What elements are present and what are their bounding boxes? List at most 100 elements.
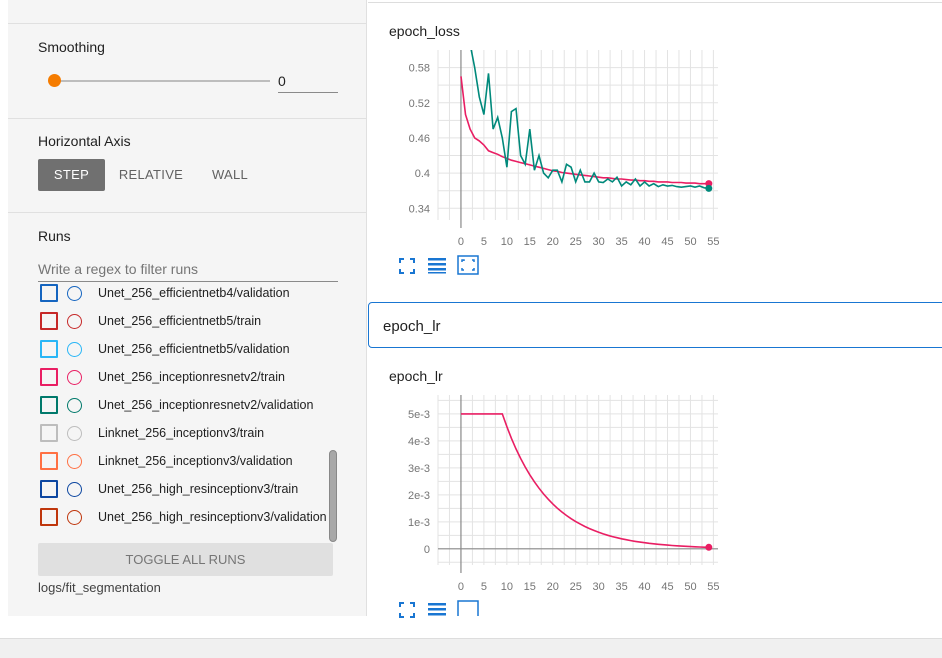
run-color-circle[interactable] bbox=[67, 453, 82, 469]
axis-relative-button[interactable]: RELATIVE bbox=[112, 159, 190, 191]
smoothing-input[interactable]: 0 bbox=[278, 70, 338, 93]
run-name: Unet_256_efficientnetb4/validation bbox=[98, 285, 290, 300]
run-checkbox[interactable] bbox=[40, 424, 58, 442]
run-name: Linknet_256_inceptionv3/train bbox=[98, 425, 265, 440]
run-name: Unet_256_efficientnetb5/train bbox=[98, 313, 262, 328]
group-filter-bar[interactable]: epoch_lr bbox=[368, 302, 942, 348]
axis-wall-button[interactable]: WALL bbox=[200, 159, 260, 191]
y-tick-label: 3e-3 bbox=[408, 463, 430, 475]
run-name: Unet_256_high_resinceptionv3/train bbox=[98, 481, 299, 496]
run-row[interactable]: Unet_256_inceptionresnetv2/train bbox=[40, 367, 333, 387]
fit-domain-icon[interactable] bbox=[457, 255, 479, 275]
x-tick-label: 5 bbox=[481, 581, 487, 593]
run-name: Unet_256_inceptionresnetv2/train bbox=[98, 369, 285, 384]
data-list-icon[interactable] bbox=[427, 256, 447, 274]
run-checkbox[interactable] bbox=[40, 284, 58, 302]
run-row[interactable]: Unet_256_efficientnetb4/validation bbox=[40, 283, 333, 303]
run-color-circle[interactable] bbox=[67, 425, 82, 441]
data-list-icon[interactable] bbox=[427, 601, 447, 619]
run-color-circle[interactable] bbox=[67, 285, 82, 301]
run-color-circle[interactable] bbox=[67, 509, 82, 525]
run-checkbox[interactable] bbox=[40, 396, 58, 414]
y-tick-label: 0.4 bbox=[415, 168, 430, 180]
log-directory: logs/fit_segmentation bbox=[38, 580, 161, 595]
run-color-circle[interactable] bbox=[67, 481, 82, 497]
x-tick-label: 20 bbox=[547, 236, 559, 248]
run-color-circle[interactable] bbox=[67, 397, 82, 413]
bottom-bar bbox=[0, 638, 942, 658]
loss-card-title: epoch_loss bbox=[389, 23, 460, 39]
y-tick-label: 0.52 bbox=[409, 98, 430, 110]
runs-scrollbar[interactable] bbox=[329, 450, 337, 542]
y-tick-label: 0 bbox=[424, 544, 430, 556]
smoothing-slider-knob[interactable] bbox=[48, 74, 61, 87]
run-row[interactable]: Linknet_256_inceptionv3/train bbox=[40, 423, 333, 443]
runs-list: Unet_256_efficientnetb4/validation Unet_2… bbox=[8, 283, 338, 543]
run-filter-input[interactable]: Write a regex to filter runs bbox=[38, 258, 338, 282]
x-tick-label: 55 bbox=[707, 236, 719, 248]
divider bbox=[8, 212, 367, 213]
run-checkbox[interactable] bbox=[40, 312, 58, 330]
fit-domain-icon[interactable] bbox=[457, 600, 479, 616]
fullscreen-icon[interactable] bbox=[398, 601, 416, 619]
run-checkbox[interactable] bbox=[40, 508, 58, 526]
y-tick-label: 4e-3 bbox=[408, 436, 430, 448]
sidebar: Smoothing 0 Horizontal Axis STEP RELATIV… bbox=[8, 0, 367, 616]
run-row[interactable]: Unet_256_efficientnetb5/train bbox=[40, 311, 333, 331]
y-tick-label: 0.46 bbox=[409, 133, 430, 145]
run-name: Unet_256_efficientnetb5/validation bbox=[98, 341, 290, 356]
x-tick-label: 20 bbox=[547, 581, 559, 593]
axis-step-button[interactable]: STEP bbox=[38, 159, 105, 191]
x-tick-label: 40 bbox=[638, 236, 650, 248]
x-tick-label: 35 bbox=[615, 236, 627, 248]
x-tick-label: 30 bbox=[593, 581, 605, 593]
run-checkbox[interactable] bbox=[40, 480, 58, 498]
series-line bbox=[470, 50, 709, 190]
run-row[interactable]: Unet_256_high_resinceptionv3/validation bbox=[40, 507, 333, 527]
x-tick-label: 45 bbox=[661, 236, 673, 248]
run-row[interactable]: Unet_256_inceptionresnetv2/validation bbox=[40, 395, 333, 415]
run-name: Unet_256_high_resinceptionv3/validation bbox=[98, 509, 327, 524]
x-tick-label: 25 bbox=[570, 581, 582, 593]
series-line bbox=[461, 413, 709, 549]
y-tick-label: 5e-3 bbox=[408, 409, 430, 421]
run-color-circle[interactable] bbox=[67, 341, 82, 357]
x-tick-label: 45 bbox=[661, 581, 673, 593]
divider bbox=[8, 118, 367, 119]
x-tick-label: 15 bbox=[524, 236, 536, 248]
run-name: Unet_256_inceptionresnetv2/validation bbox=[98, 397, 314, 412]
series-line bbox=[460, 76, 709, 185]
run-color-circle[interactable] bbox=[67, 369, 82, 385]
x-tick-label: 35 bbox=[615, 581, 627, 593]
run-checkbox[interactable] bbox=[40, 368, 58, 386]
x-tick-label: 0 bbox=[458, 581, 464, 593]
y-tick-label: 0.34 bbox=[409, 203, 430, 215]
horizontal-axis-label: Horizontal Axis bbox=[38, 133, 131, 149]
epoch-lr-chart[interactable]: 0 5 10 15 20 25 30 35 40 45 50 55 0 1e-3 2e-3 3e-3 4e-3 5… bbox=[388, 385, 728, 595]
run-name: Linknet_256_inceptionv3/validation bbox=[98, 453, 293, 468]
y-tick-label: 0.58 bbox=[409, 63, 430, 75]
x-tick-label: 50 bbox=[684, 581, 696, 593]
runs-label: Runs bbox=[38, 228, 71, 244]
run-checkbox[interactable] bbox=[40, 340, 58, 358]
run-row[interactable]: Unet_256_high_resinceptionv3/train bbox=[40, 479, 333, 499]
x-tick-label: 25 bbox=[570, 236, 582, 248]
x-tick-label: 50 bbox=[684, 236, 696, 248]
y-tick-label: 2e-3 bbox=[408, 490, 430, 502]
x-tick-label: 10 bbox=[501, 581, 513, 593]
run-checkbox[interactable] bbox=[40, 452, 58, 470]
lr-card-title: epoch_lr bbox=[389, 368, 443, 384]
fullscreen-icon[interactable] bbox=[398, 257, 416, 275]
x-tick-label: 55 bbox=[707, 581, 719, 593]
run-row[interactable]: Linknet_256_inceptionv3/validation bbox=[40, 451, 333, 471]
toggle-all-runs-button[interactable]: TOGGLE ALL RUNS bbox=[38, 543, 333, 576]
x-tick-label: 40 bbox=[638, 581, 650, 593]
run-row[interactable]: Unet_256_efficientnetb5/validation bbox=[40, 339, 333, 359]
y-tick-label: 1e-3 bbox=[408, 517, 430, 529]
smoothing-slider-track[interactable] bbox=[54, 80, 270, 82]
divider bbox=[8, 23, 367, 24]
divider bbox=[368, 2, 942, 3]
run-color-circle[interactable] bbox=[67, 313, 82, 329]
epoch-loss-chart[interactable]: 0 5 10 15 20 25 30 35 40 45 50 55 0.34 0.4 0.46 0.52 0.5… bbox=[388, 40, 728, 250]
series-end-point bbox=[705, 184, 713, 192]
